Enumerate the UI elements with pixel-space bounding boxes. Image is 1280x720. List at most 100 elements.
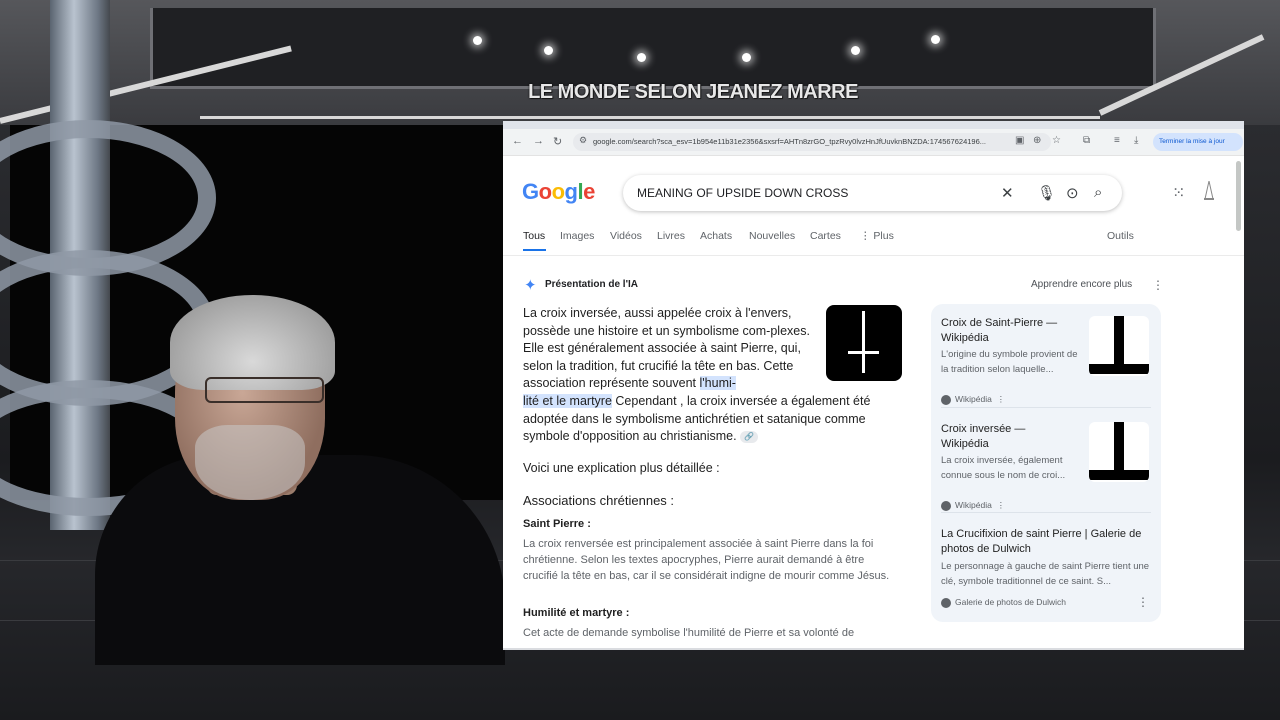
reload-icon[interactable]: ↻ (553, 135, 562, 148)
cross-vertical (1114, 422, 1124, 474)
update-button[interactable]: Terminer la mise à jour (1153, 133, 1243, 151)
dulwich-icon (941, 597, 951, 608)
logo-letter: o (538, 179, 552, 204)
spotlight (931, 35, 940, 44)
spotlight (473, 36, 482, 45)
summary-text: La croix inversée, aussi appelée croix à… (523, 306, 810, 390)
tab-images[interactable]: Images (560, 230, 594, 242)
extensions-icon[interactable]: ⧉ (1083, 135, 1090, 146)
source-title[interactable]: Croix inversée — Wikipédia (941, 422, 1076, 452)
source-site-name: Galerie de photos de Dulwich (955, 597, 1067, 607)
more-options-icon[interactable]: ⋮ (1152, 278, 1164, 292)
clear-icon[interactable]: ✕ (1001, 184, 1014, 202)
tab-shopping[interactable]: Achats (700, 230, 732, 242)
presenter (95, 295, 505, 665)
source-site: Wikipédia ⋮ (941, 394, 1005, 405)
subheading-humility: Humilité et martyre : (523, 607, 630, 619)
spotlight (544, 46, 553, 55)
source-site: Galerie de photos de Dulwich (941, 597, 1066, 608)
cross-vertical (1114, 316, 1124, 368)
section-heading: Associations chrétiennes : (523, 493, 675, 508)
tab-strip (503, 121, 1244, 129)
highlight-text: l'humi- (699, 376, 736, 390)
active-tab-indicator (523, 249, 546, 251)
source-site: Wikipédia ⋮ (941, 500, 1005, 511)
source-card[interactable]: Croix inversée — Wikipédia La croix inve… (941, 422, 1153, 512)
spotlight (851, 46, 860, 55)
source-thumbnail[interactable] (1089, 316, 1149, 376)
source-description: Le personnage à gauche de saint Pierre t… (941, 561, 1150, 587)
translate-icon[interactable]: ▣ (1015, 135, 1024, 146)
card-divider (941, 407, 1151, 408)
tab-videos[interactable]: Vidéos (610, 230, 642, 242)
source-title[interactable]: Croix de Saint-Pierre — Wikipédia (941, 316, 1076, 346)
more-options-icon[interactable]: ⋮ (1137, 595, 1149, 609)
scrollbar[interactable] (1236, 161, 1241, 231)
cross-vertical (862, 311, 865, 373)
search-icon[interactable]: ⌕ (1094, 184, 1102, 201)
cross-horizontal (1089, 364, 1149, 374)
source-title[interactable]: La Crucifixion de saint Pierre | Galerie… (941, 527, 1151, 557)
search-query[interactable]: MEANING OF UPSIDE DOWN CROSS (637, 186, 848, 200)
logo-letter: e (583, 179, 595, 204)
lighting-rig (150, 8, 1156, 89)
tab-more[interactable]: ⋮ Plus (860, 230, 894, 242)
logo-letter: G (522, 179, 539, 204)
zoom-icon[interactable]: ⊕ (1033, 135, 1041, 146)
lens-icon[interactable]: ⊙ (1066, 184, 1079, 202)
search-box[interactable]: MEANING OF UPSIDE DOWN CROSS ✕ 🎙 ⊙ ⌕ (623, 175, 1122, 211)
presenter-glasses (205, 377, 324, 403)
media-icon[interactable]: ≡ (1114, 135, 1120, 146)
card-divider (941, 512, 1151, 513)
ai-overview-title: Présentation de l'IA (545, 279, 638, 290)
tools-button[interactable]: Outils (1107, 230, 1134, 242)
ai-summary-continued: lité et le martyre Cependant , la croix … (523, 393, 893, 446)
window-bottom-edge (503, 648, 1244, 650)
back-icon[interactable]: ← (512, 135, 523, 147)
cross-horizontal (848, 351, 879, 354)
tab-news[interactable]: Nouvelles (749, 230, 795, 242)
tabs-divider (503, 255, 1244, 256)
google-logo[interactable]: Google (522, 179, 595, 205)
source-card[interactable]: La Crucifixion de saint Pierre | Galerie… (941, 527, 1153, 617)
learn-more-link[interactable]: Apprendre encore plus (1031, 279, 1132, 290)
apps-grid-icon[interactable]: ⁙ (1172, 183, 1185, 203)
tab-maps[interactable]: Cartes (810, 230, 841, 242)
site-info-icon[interactable]: ⚙ (579, 135, 587, 146)
sources-panel: Croix de Saint-Pierre — Wikipédia L'orig… (931, 304, 1161, 622)
cross-horizontal (1089, 470, 1149, 480)
browser-window: ← → ↻ google.com/search?sca_esv=1b954e11… (503, 121, 1244, 650)
subheading-saint-pierre: Saint Pierre : (523, 518, 591, 530)
highlight-text: lité et le martyre (523, 394, 612, 408)
ai-sparkle-icon: ✦ (524, 277, 537, 294)
mic-icon[interactable]: 🎙 (1037, 184, 1056, 202)
source-site-name: Wikipédia (955, 500, 992, 510)
source-card[interactable]: Croix de Saint-Pierre — Wikipédia L'orig… (941, 316, 1153, 406)
presenter-beard (195, 425, 305, 500)
link-icon[interactable]: 🔗 (740, 430, 759, 443)
source-description: La croix inversée, également connue sous… (941, 455, 1066, 481)
logo-letter: o (551, 179, 565, 204)
ai-summary-paragraph: La croix inversée, aussi appelée croix à… (523, 305, 818, 393)
tab-all[interactable]: Tous (523, 230, 545, 242)
source-description: L'origine du symbole provient de la trad… (941, 349, 1078, 375)
source-site-name: Wikipédia (955, 394, 992, 404)
presenter-hair (170, 295, 335, 390)
wikipedia-icon (941, 394, 951, 405)
forward-icon[interactable]: → (533, 135, 544, 147)
source-thumbnail[interactable] (1089, 422, 1149, 482)
ceiling-beam (200, 116, 1100, 119)
spotlight (637, 53, 646, 62)
upside-down-cross-thumbnail[interactable] (826, 305, 902, 381)
download-icon[interactable]: ⤓ (1134, 135, 1138, 146)
presenter-shirt (95, 455, 505, 665)
spotlight (742, 53, 751, 62)
search-tabs: Tous Images Vidéos Livres Achats Nouvell… (523, 230, 1223, 251)
bookmark-star-icon[interactable]: ☆ (1052, 135, 1061, 146)
show-title: LE MONDE SELON JEANEZ MARRE (528, 81, 858, 103)
humility-text: Cet acte de demande symbolise l'humilité… (523, 627, 855, 639)
saint-pierre-text: La croix renversée est principalement as… (523, 538, 890, 582)
account-avatar-icon[interactable] (1201, 181, 1217, 201)
address-bar[interactable]: google.com/search?sca_esv=1b954e11b31e23… (573, 133, 1051, 151)
tab-books[interactable]: Livres (657, 230, 685, 242)
